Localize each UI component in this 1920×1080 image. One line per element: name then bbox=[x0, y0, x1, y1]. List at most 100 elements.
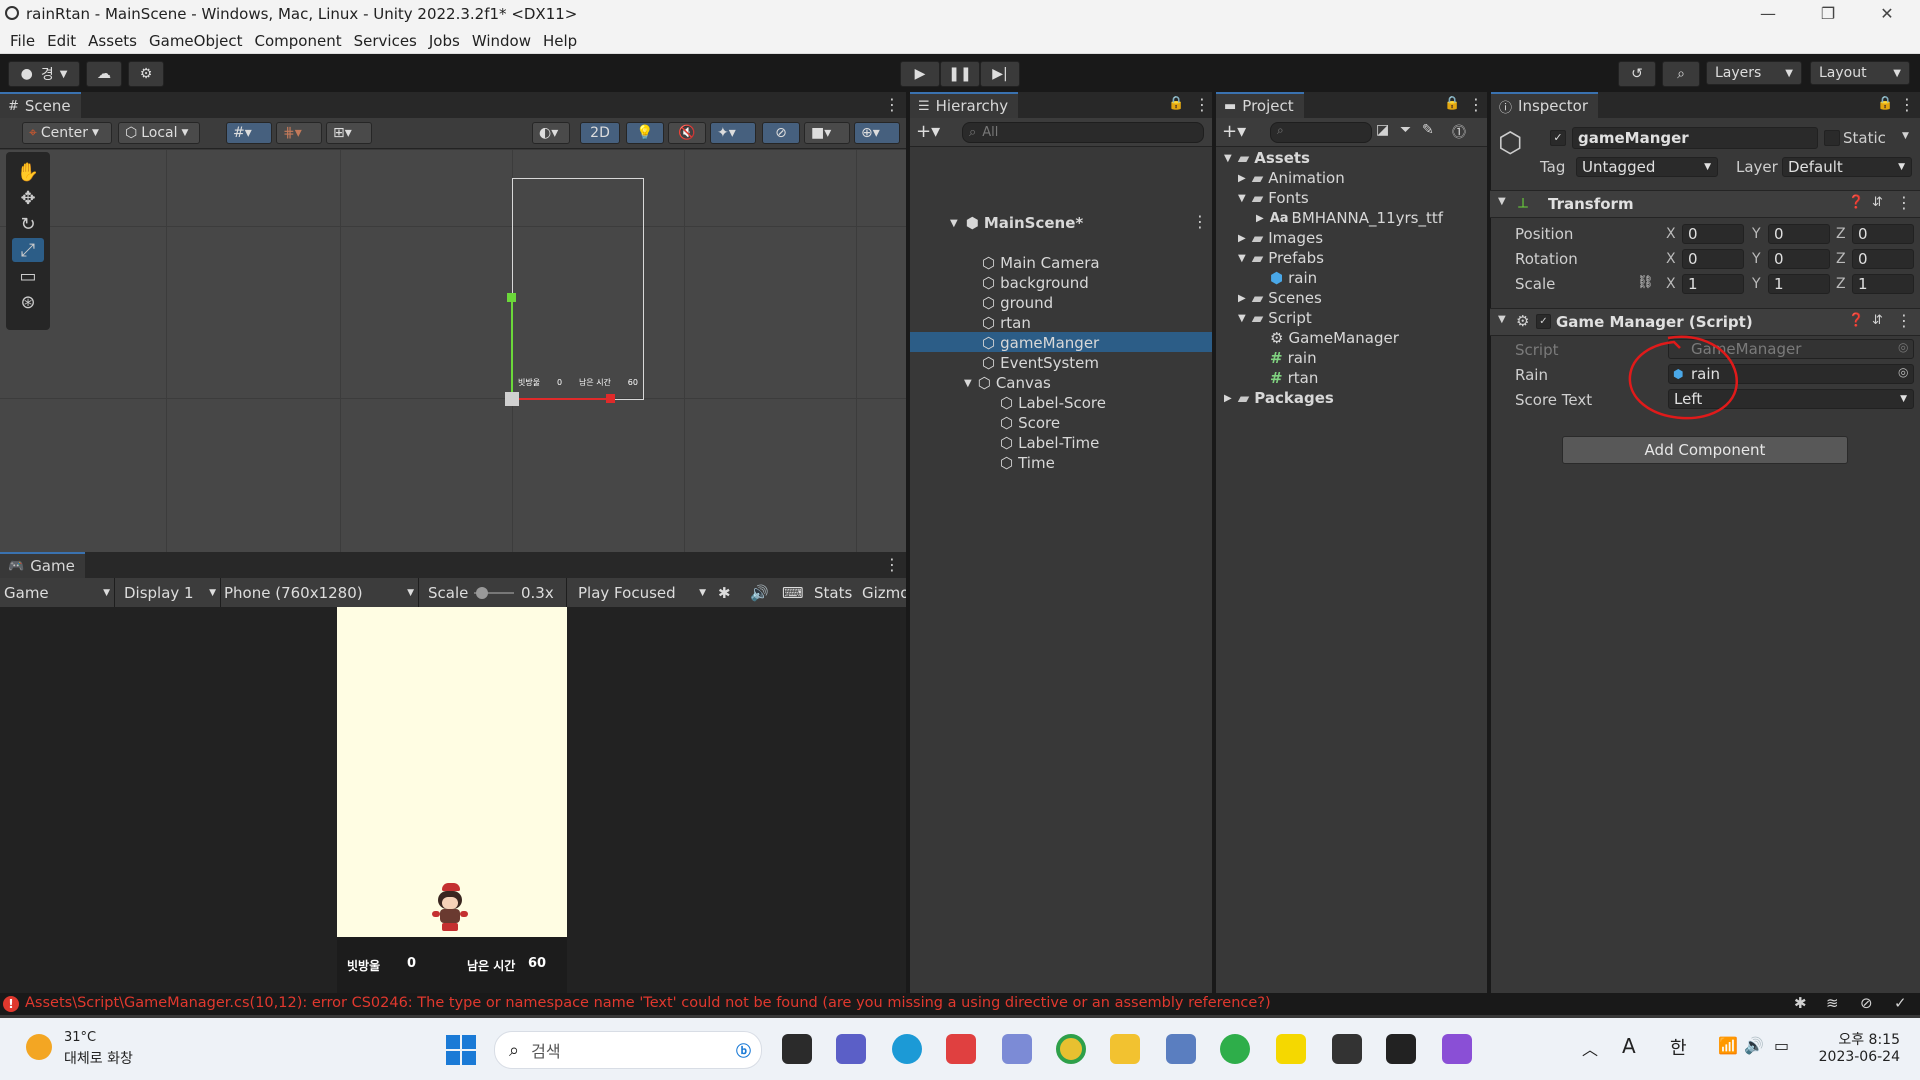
hierarchy-search-input[interactable]: ⌕ All bbox=[962, 122, 1204, 143]
audio-button[interactable]: 🔇 bbox=[668, 122, 706, 144]
speaker-icon[interactable]: 🔊 bbox=[750, 580, 769, 606]
network-off-icon[interactable]: ⊘ bbox=[1860, 994, 1873, 1012]
debug-icon[interactable]: ✱ bbox=[1794, 994, 1807, 1012]
project-item-assets[interactable]: ▼ ▰ Assets bbox=[1224, 148, 1310, 168]
object-name-field[interactable]: gameManger bbox=[1572, 127, 1818, 149]
settings-button[interactable]: ⚙ bbox=[128, 61, 164, 87]
menu-gameobject[interactable]: GameObject bbox=[149, 32, 243, 50]
tree-item-main-camera[interactable]: ⬡ Main Camera bbox=[982, 253, 1100, 273]
file-explorer-icon[interactable] bbox=[1110, 1034, 1140, 1064]
lighting-button[interactable]: 💡 bbox=[626, 122, 664, 144]
volume-icon[interactable]: 🔊 bbox=[1744, 1036, 1764, 1055]
project-item-fonts[interactable]: ▼ ▰ Fonts bbox=[1238, 188, 1309, 208]
transform-header[interactable]: ▼ ⟂ Transform ❓ ⇵ ⋮ bbox=[1490, 190, 1920, 218]
y-axis-handle[interactable] bbox=[511, 296, 513, 400]
step-button[interactable]: ▶| bbox=[980, 61, 1020, 87]
wechat-icon[interactable] bbox=[1220, 1034, 1250, 1064]
more-options-icon[interactable]: ⋮ bbox=[1468, 95, 1484, 114]
clock-time[interactable]: 오후 8:15 bbox=[1830, 1029, 1900, 1049]
tree-item-ground[interactable]: ⬡ ground bbox=[982, 293, 1053, 313]
display-dropdown[interactable]: Display 1 ▼ bbox=[124, 580, 216, 606]
tab-hierarchy[interactable]: ☰ Hierarchy bbox=[910, 92, 1019, 118]
hand-tool-icon[interactable]: ✋ bbox=[12, 160, 44, 184]
object-picker-icon[interactable]: ◎ bbox=[1898, 365, 1908, 379]
gizmos-button[interactable]: Gizmo bbox=[862, 580, 906, 606]
tag-dropdown[interactable]: Untagged ▼ bbox=[1576, 157, 1718, 177]
x-axis-cap[interactable] bbox=[606, 394, 615, 403]
play-button[interactable]: ▶ bbox=[900, 61, 940, 87]
more-options-icon[interactable]: ⋮ bbox=[1899, 95, 1915, 114]
scale-y-field[interactable]: 1 bbox=[1768, 274, 1830, 294]
restore-icon[interactable]: ❐ bbox=[1805, 2, 1851, 26]
account-button[interactable]: ● 경 ▼ bbox=[8, 61, 80, 87]
camera-dropdown[interactable]: ■▾ bbox=[804, 122, 850, 144]
lock-icon[interactable]: 🔒 bbox=[1444, 96, 1460, 111]
filter-label-icon[interactable]: ⏷ bbox=[1400, 122, 1411, 138]
menu-services[interactable]: Services bbox=[354, 32, 417, 50]
menu-file[interactable]: File bbox=[10, 32, 35, 50]
rotation-z-field[interactable]: 0 bbox=[1852, 249, 1914, 269]
snipping-tool-icon[interactable] bbox=[1002, 1034, 1032, 1064]
battery-icon[interactable]: ▭ bbox=[1774, 1036, 1789, 1055]
layers-status-icon[interactable]: ≋ bbox=[1826, 994, 1839, 1012]
menu-jobs[interactable]: Jobs bbox=[429, 32, 460, 50]
position-x-field[interactable]: 0 bbox=[1682, 224, 1744, 244]
tree-item-label-time[interactable]: ⬡ Label-Time bbox=[1000, 433, 1099, 453]
center-scale-handle[interactable] bbox=[505, 392, 519, 406]
game-viewport[interactable]: 빗방울 0 남은 시간 60 bbox=[0, 607, 906, 993]
chrome-icon[interactable] bbox=[1056, 1034, 1086, 1064]
rotation-x-field[interactable]: 0 bbox=[1682, 249, 1744, 269]
unity-hub-icon[interactable] bbox=[1332, 1034, 1362, 1064]
draw-mode-dropdown[interactable]: ◐▾ bbox=[532, 122, 570, 144]
game-mode-dropdown[interactable]: Game ▼ bbox=[4, 580, 110, 606]
layer-dropdown[interactable]: Default ▼ bbox=[1782, 157, 1912, 177]
menu-window[interactable]: Window bbox=[472, 32, 531, 50]
project-item-script[interactable]: ▼ ▰ Script bbox=[1238, 308, 1312, 328]
object-picker-icon[interactable]: ◎ bbox=[1898, 340, 1908, 354]
app-icon[interactable] bbox=[946, 1034, 976, 1064]
effects-dropdown[interactable]: ✦▾ bbox=[710, 122, 756, 144]
tree-item-background[interactable]: ⬡ background bbox=[982, 273, 1089, 293]
tree-item-canvas[interactable]: ▼ ⬡ Canvas bbox=[964, 373, 1051, 393]
project-item-gamemanager-script[interactable]: ⚙ GameManager bbox=[1270, 328, 1399, 348]
taskbar-search-input[interactable]: ⌕ 검색 ⓑ bbox=[494, 1031, 762, 1069]
project-item-rain-script[interactable]: # rain bbox=[1270, 348, 1317, 368]
tree-item-main-scene[interactable]: ▼ ⬢ MainScene* bbox=[950, 213, 1083, 233]
ime-korean-label[interactable]: 한 bbox=[1670, 1034, 1687, 1060]
menu-edit[interactable]: Edit bbox=[47, 32, 76, 50]
scene-viewport[interactable]: 빗방울 0 남은 시간 60 bbox=[0, 150, 906, 552]
pivot-dropdown[interactable]: ⌖ Center ▼ bbox=[22, 122, 112, 144]
scale-slider-thumb[interactable] bbox=[476, 587, 488, 599]
tab-game[interactable]: 🎮 Game bbox=[0, 552, 85, 578]
preset-icon[interactable]: ⇵ bbox=[1872, 195, 1883, 210]
teams-icon[interactable] bbox=[836, 1034, 866, 1064]
tab-project[interactable]: ▬ Project bbox=[1216, 92, 1304, 118]
project-item-rtan-script[interactable]: # rtan bbox=[1270, 368, 1318, 388]
link-off-icon[interactable]: ⛓ bbox=[1637, 275, 1654, 290]
more-options-icon[interactable]: ⋮ bbox=[884, 555, 900, 574]
toggle-2d-button[interactable]: 2D bbox=[580, 122, 620, 144]
edge-icon[interactable] bbox=[892, 1034, 922, 1064]
minimize-icon[interactable]: — bbox=[1745, 2, 1791, 26]
filter-type-icon[interactable]: ◪ bbox=[1376, 122, 1389, 138]
preset-icon[interactable]: ⇵ bbox=[1872, 313, 1883, 328]
tree-item-eventsystem[interactable]: ⬡ EventSystem bbox=[982, 353, 1099, 373]
add-component-button[interactable]: Add Component bbox=[1562, 436, 1848, 464]
component-enabled-checkbox[interactable]: ✓ bbox=[1536, 314, 1551, 329]
project-item-scenes[interactable]: ▶ ▰ Scenes bbox=[1238, 288, 1322, 308]
chevron-up-icon[interactable]: ︿ bbox=[1582, 1036, 1598, 1060]
close-icon[interactable]: ✕ bbox=[1864, 2, 1910, 26]
project-item-animation[interactable]: ▶ ▰ Animation bbox=[1238, 168, 1345, 188]
help-icon[interactable]: ❓ bbox=[1848, 195, 1864, 210]
scale-x-field[interactable]: 1 bbox=[1682, 274, 1744, 294]
tree-item-score[interactable]: ⬡ Score bbox=[1000, 413, 1060, 433]
rect-tool-icon[interactable]: ▭ bbox=[12, 264, 44, 288]
keyboard-icon[interactable]: ⌨ bbox=[782, 580, 804, 606]
grid-snap-button[interactable]: #▾ bbox=[226, 122, 272, 144]
scale-tool-icon[interactable]: ⤢ bbox=[12, 238, 44, 262]
pause-button[interactable]: ❚❚ bbox=[940, 61, 980, 87]
more-options-icon[interactable]: ⋮ bbox=[884, 95, 900, 114]
ime-english-label[interactable]: A bbox=[1622, 1034, 1636, 1058]
kakaotalk-icon[interactable] bbox=[1276, 1034, 1306, 1064]
stats-button[interactable]: Stats bbox=[814, 580, 852, 606]
